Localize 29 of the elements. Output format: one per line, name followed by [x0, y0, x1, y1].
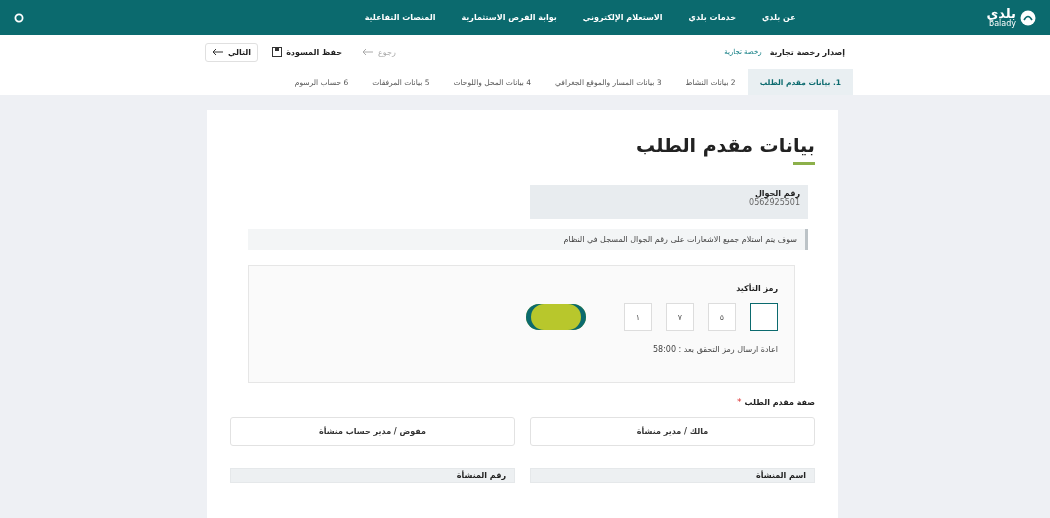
resend-text: اعادة ارسال رمز التحقق بعد : 58:00 [651, 345, 778, 354]
next-button[interactable]: التالي [205, 42, 259, 62]
otp-label: رمز التأكيد [735, 284, 778, 293]
nav-link[interactable]: المنصات التفاعلية [364, 13, 436, 22]
verify-button[interactable] [526, 304, 586, 330]
arrow-icon [362, 48, 375, 56]
text-field[interactable]: رقم المنشأة [230, 468, 515, 483]
option-button[interactable]: مفوض / مدير حساب منشأة [230, 417, 515, 446]
required-mark: * [737, 397, 742, 407]
code-digit-field[interactable]: ١ [624, 303, 652, 331]
nav-link[interactable]: عن بلدي [761, 13, 796, 22]
nav-link[interactable]: بوابة الفرص الاستثمارية [461, 13, 557, 22]
code-digit-field[interactable] [750, 303, 778, 331]
logo-subtitle: balady [989, 20, 1016, 28]
logo-icon [1020, 9, 1036, 26]
nav-link[interactable]: الاستعلام الإلكتروني [582, 13, 663, 22]
applicant-type-label: صفة مقدم الطلب [744, 397, 815, 407]
save-icon [272, 47, 283, 57]
code-digit-field[interactable]: ٧ [666, 303, 694, 331]
nav-link[interactable]: خدمات بلدي [688, 13, 736, 22]
form-title: بيانات مقدم الطلب [635, 134, 815, 156]
page-title: إصدار رخصة تجارية [769, 47, 845, 57]
arrow-icon [212, 48, 224, 56]
user-icon[interactable] [14, 12, 24, 23]
logo-text[interactable]: بلدي [986, 7, 1016, 20]
notice-text: سوف يتم استلام جميع الاشعارات على رقم الجوال المسجل في النظام [248, 229, 808, 250]
code-digit-field[interactable]: ٥ [708, 303, 736, 331]
text-field[interactable]: اسم المنشأة [530, 468, 815, 483]
option-button[interactable]: مالك / مدير منشأة [530, 417, 815, 446]
